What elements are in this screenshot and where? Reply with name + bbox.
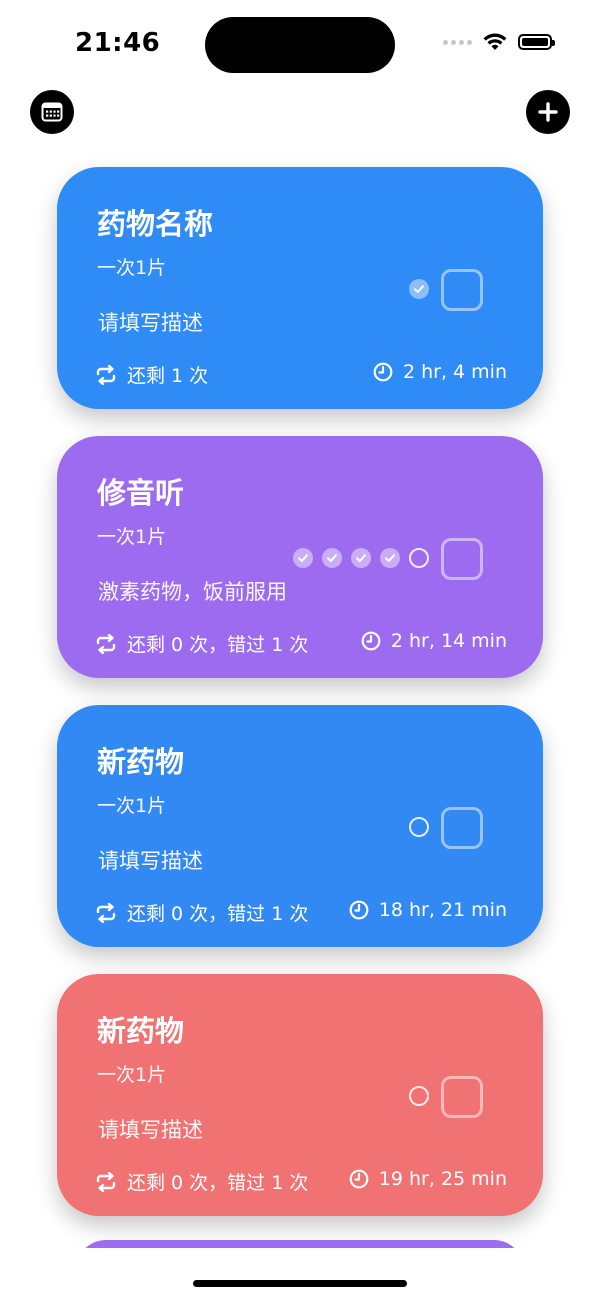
- medication-title: 药物名称: [97, 207, 214, 241]
- take-dose-checkbox[interactable]: [441, 1076, 483, 1118]
- countdown-info: 19 hr, 25 min: [349, 1168, 507, 1190]
- calendar-button[interactable]: [30, 90, 74, 134]
- description-text: 请填写描述: [98, 849, 203, 873]
- medication-card[interactable]: 药物名称 一次1片 请填写描述 还剩 1 次 2 hr, 4 min: [57, 167, 543, 409]
- countdown-text: 19 hr, 25 min: [378, 1168, 507, 1190]
- remaining-info: 还剩 0 次，错过 1 次: [95, 1168, 308, 1195]
- repeat-icon: [96, 633, 116, 654]
- remaining-text: 还剩 0 次，错过 1 次: [127, 903, 309, 925]
- countdown-text: 18 hr, 21 min: [378, 899, 507, 921]
- description-text: 请填写描述: [98, 1118, 203, 1142]
- description-text: 激素药物，饭前服用: [98, 580, 287, 604]
- app-screen: 21:46 药物名称 一次1片 请填写描述 还剩 1 次 2 hr, 4 min…: [0, 0, 600, 1301]
- dose-text: 一次1片: [97, 1064, 167, 1086]
- countdown-info: 2 hr, 14 min: [361, 630, 507, 652]
- bottom-safe-area: [0, 1248, 600, 1301]
- add-medication-button[interactable]: [526, 90, 570, 134]
- remaining-info: 还剩 0 次，错过 1 次: [95, 899, 308, 926]
- clock-icon: [373, 362, 393, 382]
- cellular-signal-icon: [443, 39, 472, 45]
- remaining-info: 还剩 1 次: [95, 361, 208, 388]
- remaining-info: 还剩 0 次，错过 1 次: [95, 630, 308, 657]
- remaining-text: 还剩 1 次: [127, 365, 209, 387]
- medication-title: 修音听: [97, 476, 185, 510]
- dose-taken-check-icon: [351, 548, 371, 568]
- medication-card[interactable]: 新药物 一次1片 请填写描述 还剩 0 次，错过 1 次 19 hr, 25 m…: [57, 974, 543, 1216]
- repeat-icon: [96, 364, 116, 385]
- dose-progress-dots: [409, 1086, 429, 1106]
- wifi-icon: [483, 33, 507, 50]
- dose-taken-check-icon: [409, 279, 429, 299]
- repeat-icon: [96, 1171, 116, 1192]
- dose-taken-check-icon: [322, 548, 342, 568]
- countdown-info: 2 hr, 4 min: [373, 361, 507, 383]
- dose-pending-circle-icon: [409, 1086, 429, 1106]
- dose-pending-circle-icon: [409, 548, 429, 568]
- clock-icon: [349, 1169, 369, 1189]
- status-time: 21:46: [75, 28, 161, 58]
- take-dose-checkbox[interactable]: [441, 807, 483, 849]
- repeat-icon: [96, 902, 116, 923]
- dose-progress-dots: [409, 817, 429, 837]
- countdown-text: 2 hr, 14 min: [390, 630, 507, 652]
- description-text: 请填写描述: [98, 311, 203, 335]
- medication-title: 新药物: [97, 1014, 185, 1048]
- dose-text: 一次1片: [97, 526, 167, 548]
- dose-progress-dots: [293, 548, 429, 568]
- dose-progress-dots: [409, 279, 429, 299]
- take-dose-checkbox[interactable]: [441, 269, 483, 311]
- dose-pending-circle-icon: [409, 817, 429, 837]
- battery-icon: [518, 34, 555, 50]
- countdown-info: 18 hr, 21 min: [349, 899, 507, 921]
- countdown-text: 2 hr, 4 min: [402, 361, 507, 383]
- dose-taken-check-icon: [293, 548, 313, 568]
- dynamic-island: [205, 17, 395, 73]
- medication-card[interactable]: 新药物 一次1片 请填写描述 还剩 0 次，错过 1 次 18 hr, 21 m…: [57, 705, 543, 947]
- medication-title: 新药物: [97, 745, 185, 779]
- remaining-text: 还剩 0 次，错过 1 次: [127, 1172, 309, 1194]
- plus-icon: [538, 102, 558, 122]
- status-icons: [443, 32, 555, 52]
- dose-taken-check-icon: [380, 548, 400, 568]
- clock-icon: [349, 900, 369, 920]
- remaining-text: 还剩 0 次，错过 1 次: [127, 634, 309, 656]
- calendar-icon: [41, 102, 63, 122]
- dose-text: 一次1片: [97, 795, 167, 817]
- take-dose-checkbox[interactable]: [441, 538, 483, 580]
- clock-icon: [361, 631, 381, 651]
- dose-text: 一次1片: [97, 257, 167, 279]
- medication-card[interactable]: 修音听 一次1片 激素药物，饭前服用 还剩 0 次，错过 1 次 2 hr, 1…: [57, 436, 543, 678]
- home-indicator[interactable]: [193, 1280, 407, 1287]
